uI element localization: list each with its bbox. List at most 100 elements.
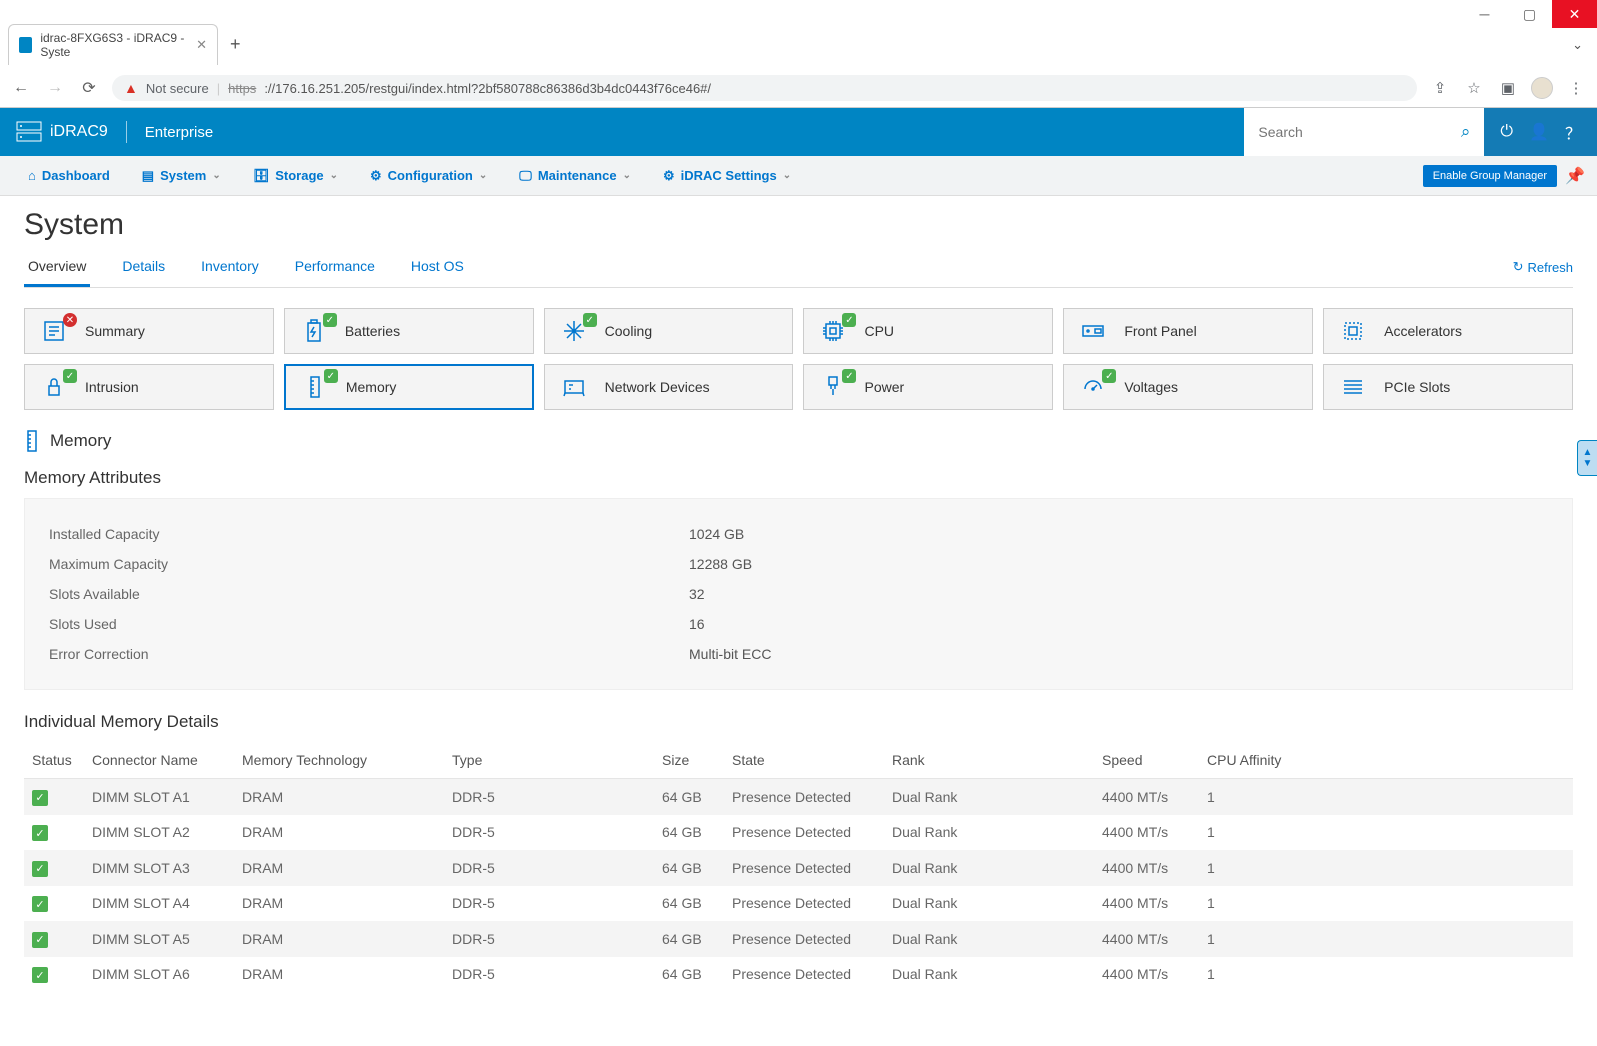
brand-logo[interactable]: iDRAC9 Enterprise <box>0 108 229 156</box>
attr-key: Maximum Capacity <box>49 556 689 572</box>
status-ok-icon: ✓ <box>32 896 48 912</box>
address-bar[interactable]: ▲ Not secure | https <box>112 75 1417 101</box>
reload-button[interactable]: ⟳ <box>78 78 100 98</box>
attr-row: Installed Capacity1024 GB <box>49 519 1548 549</box>
nav-icon: 🗄 <box>253 168 270 184</box>
attr-value: Multi-bit ECC <box>689 646 771 662</box>
memory-icon <box>24 430 40 452</box>
table-row[interactable]: ✓ DIMM SLOT A5 DRAM DDR-5 64 GB Presence… <box>24 921 1573 957</box>
col-speed[interactable]: Speed <box>1094 742 1199 779</box>
bookmark-icon[interactable]: ☆ <box>1463 79 1485 97</box>
page-content: System OverviewDetailsInventoryPerforman… <box>0 196 1597 1046</box>
col-rank[interactable]: Rank <box>884 742 1094 779</box>
tab-host-os[interactable]: Host OS <box>407 250 468 284</box>
col-type[interactable]: Type <box>444 742 654 779</box>
col-cpu-affinity[interactable]: CPU Affinity <box>1199 742 1573 779</box>
table-row[interactable]: ✓ DIMM SLOT A2 DRAM DDR-5 64 GB Presence… <box>24 815 1573 851</box>
enable-group-manager-button[interactable]: Enable Group Manager <box>1423 165 1557 187</box>
menu-icon[interactable]: ⋮ <box>1565 79 1587 97</box>
brand-edition: Enterprise <box>145 124 213 141</box>
tile-intrusion[interactable]: ✓Intrusion <box>24 364 274 410</box>
header-actions: ⏻ 👤 ？ <box>1484 108 1597 156</box>
user-icon[interactable]: 👤 <box>1529 122 1549 142</box>
status-error-icon: ✕ <box>63 313 77 327</box>
tile-network-devices[interactable]: Network Devices <box>544 364 794 410</box>
new-tab-button[interactable]: + <box>224 34 247 55</box>
attr-value: 32 <box>689 586 705 602</box>
tile-cooling[interactable]: ✓Cooling <box>544 308 794 354</box>
tile-batteries[interactable]: ✓ Batteries <box>284 308 534 354</box>
tile-label: Cooling <box>605 323 652 339</box>
intrusion-icon: ✓ <box>37 375 71 399</box>
col-status[interactable]: Status <box>24 742 84 779</box>
table-row[interactable]: ✓ DIMM SLOT A3 DRAM DDR-5 64 GB Presence… <box>24 850 1573 886</box>
nav-icon: ▤ <box>142 168 154 184</box>
tile-label: Front Panel <box>1124 323 1196 339</box>
table-row[interactable]: ✓ DIMM SLOT A6 DRAM DDR-5 64 GB Presence… <box>24 957 1573 993</box>
nav-configuration[interactable]: ⚙Configuration⌄ <box>354 156 503 195</box>
status-ok-icon: ✓ <box>32 825 48 841</box>
tab-inventory[interactable]: Inventory <box>197 250 263 284</box>
nav-idrac-settings[interactable]: ⚙iDRAC Settings⌄ <box>647 156 807 195</box>
tile-front-panel[interactable]: Front Panel <box>1063 308 1313 354</box>
table-row[interactable]: ✓ DIMM SLOT A1 DRAM DDR-5 64 GB Presence… <box>24 779 1573 815</box>
tile-label: Batteries <box>345 323 400 339</box>
side-toggle[interactable]: ▲▼ <box>1577 440 1597 476</box>
page-tabs: Overview Details Inventory Performance Host … <box>24 250 1573 288</box>
tab-overview[interactable]: Overview <box>24 250 90 287</box>
tile-voltages[interactable]: ✓Voltages <box>1063 364 1313 410</box>
tile-pcie-slots[interactable]: PCIe Slots <box>1323 364 1573 410</box>
attr-row: Slots Available32 <box>49 579 1548 609</box>
help-icon[interactable]: ？ <box>1565 120 1581 144</box>
browser-tab[interactable]: idrac-8FXG6S3 - iDRAC9 - Syste ✕ <box>8 24 218 65</box>
tile-cpu[interactable]: ✓ CPU <box>803 308 1053 354</box>
tabs-overflow-icon[interactable]: ⌄ <box>1572 37 1589 53</box>
memory-icon: ✓ <box>298 375 332 399</box>
tile-label: Summary <box>85 323 145 339</box>
extensions-icon[interactable]: ▣ <box>1497 79 1519 97</box>
status-ok-icon: ✓ <box>323 313 337 327</box>
attr-row: Error CorrectionMulti-bit ECC <box>49 639 1548 669</box>
tab-close-icon[interactable]: ✕ <box>196 37 207 53</box>
forward-button[interactable]: → <box>44 79 66 97</box>
nav-maintenance[interactable]: 🖵Maintenance⌄ <box>503 156 647 195</box>
attr-row: Maximum Capacity12288 GB <box>49 549 1548 579</box>
tile-power[interactable]: ✓Power <box>803 364 1053 410</box>
power-icon[interactable]: ⏻ <box>1500 123 1513 141</box>
cpu-icon: ✓ <box>816 319 850 343</box>
url-input[interactable] <box>264 81 1405 96</box>
nav-dashboard[interactable]: ⌂Dashboard <box>12 156 126 195</box>
attributes-box: Installed Capacity1024 GBMaximum Capacit… <box>24 498 1573 690</box>
browser-tabs: idrac-8FXG6S3 - iDRAC9 - Syste ✕ + ⌄ <box>0 24 1597 65</box>
pcie-icon <box>1336 375 1370 399</box>
health-tiles: ✕Summary✓Batteries✓Cooling✓CPUFront Pane… <box>24 308 1573 410</box>
search-box[interactable]: ⌕ <box>1244 108 1484 156</box>
tile-summary[interactable]: ✕ Summary <box>24 308 274 354</box>
nav-icon: ⚙ <box>370 168 382 184</box>
col-memory-technology[interactable]: Memory Technology <box>234 742 444 779</box>
search-icon[interactable]: ⌕ <box>1461 122 1471 142</box>
attr-key: Slots Available <box>49 586 689 602</box>
profile-avatar[interactable] <box>1531 77 1553 99</box>
refresh-button[interactable]: ↻ Refresh <box>1513 259 1573 283</box>
table-row[interactable]: ✓ DIMM SLOT A4 DRAM DDR-5 64 GB Presence… <box>24 886 1573 922</box>
pin-icon[interactable]: 📌 <box>1565 166 1585 186</box>
tile-label: CPU <box>864 323 894 339</box>
col-connector-name[interactable]: Connector Name <box>84 742 234 779</box>
share-icon[interactable]: ⇪ <box>1429 79 1451 97</box>
tile-memory[interactable]: ✓Memory <box>284 364 534 410</box>
nav-system[interactable]: ▤System⌄ <box>126 156 237 195</box>
nav-storage[interactable]: 🗄Storage⌄ <box>237 156 354 195</box>
section-title: Memory <box>50 431 111 451</box>
battery-icon: ✓ <box>297 319 331 343</box>
tab-performance[interactable]: Performance <box>291 250 379 284</box>
search-input[interactable] <box>1258 124 1460 140</box>
tab-details[interactable]: Details <box>118 250 169 284</box>
status-ok-icon: ✓ <box>32 861 48 877</box>
back-button[interactable]: ← <box>10 79 32 97</box>
attr-key: Slots Used <box>49 616 689 632</box>
chevron-down-icon: ⌄ <box>212 170 220 181</box>
tile-accelerators[interactable]: Accelerators <box>1323 308 1573 354</box>
col-size[interactable]: Size <box>654 742 724 779</box>
col-state[interactable]: State <box>724 742 884 779</box>
